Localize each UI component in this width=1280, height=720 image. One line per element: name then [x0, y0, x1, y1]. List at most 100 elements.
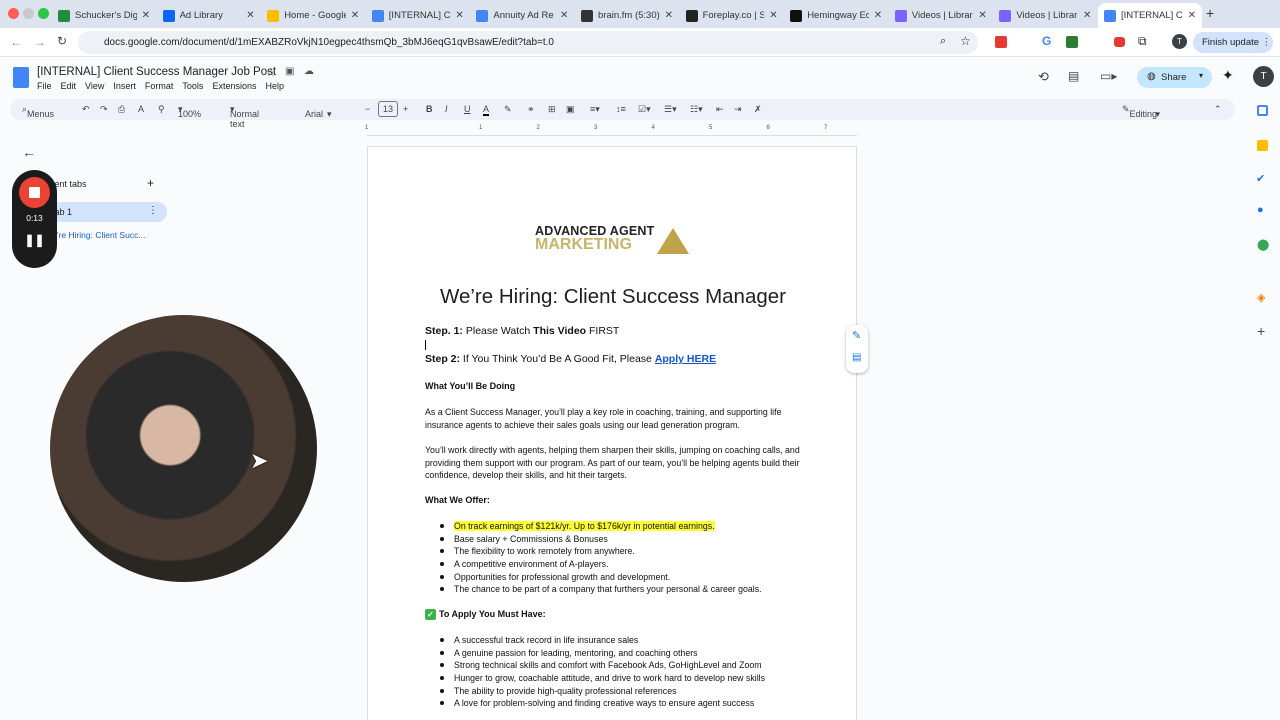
zoom-icon[interactable]: ⌕: [940, 35, 946, 48]
close-tab-icon[interactable]: ✕: [874, 10, 882, 21]
image-icon[interactable]: ▣: [566, 104, 575, 115]
close-tab-icon[interactable]: ✕: [351, 10, 359, 21]
cloud-status-icon[interactable]: ☁: [304, 66, 314, 77]
close-tab-icon[interactable]: ✕: [1083, 10, 1091, 21]
more-options-icon[interactable]: ⋮: [148, 205, 158, 216]
comment-icon[interactable]: ⊞: [548, 104, 556, 115]
align-icon[interactable]: ≡▾: [590, 104, 600, 115]
clear-formatting-icon[interactable]: ✗: [754, 104, 762, 115]
redo-icon[interactable]: ↷: [100, 104, 108, 115]
stop-recording-button[interactable]: [19, 177, 50, 208]
browser-tab[interactable]: [INTERNAL] Cl ✕: [366, 3, 470, 28]
italic-button[interactable]: I: [445, 104, 448, 114]
close-tab-icon[interactable]: ✕: [769, 10, 777, 21]
spellcheck-icon[interactable]: A: [138, 104, 144, 114]
decrease-indent-icon[interactable]: ⇤: [716, 104, 724, 115]
line-spacing-icon[interactable]: ↕≡: [616, 104, 626, 114]
edit-suggestion-icon[interactable]: ✎: [852, 329, 861, 342]
apply-here-link[interactable]: Apply HERE: [655, 353, 716, 365]
browser-tab[interactable]: Ad Library ✕: [157, 3, 261, 28]
close-tab-icon[interactable]: ✕: [246, 10, 254, 21]
finish-update-button[interactable]: Finish update ⋮: [1193, 32, 1273, 53]
version-history-icon[interactable]: ⟲: [1038, 69, 1049, 85]
menu-edit[interactable]: Edit: [61, 81, 77, 91]
bold-button[interactable]: B: [426, 104, 433, 114]
docs-logo-icon[interactable]: [13, 67, 29, 88]
checklist-icon[interactable]: ☑▾: [638, 104, 651, 115]
menu-file[interactable]: File: [37, 81, 52, 91]
reload-icon[interactable]: ↻: [57, 34, 67, 48]
menu-tools[interactable]: Tools: [182, 81, 203, 91]
add-tab-icon[interactable]: +: [147, 176, 154, 190]
back-icon[interactable]: ←: [10, 35, 22, 49]
calendar-icon[interactable]: [1257, 105, 1268, 116]
ruler[interactable]: 1 1 2 3 4 5 6 7: [365, 124, 857, 136]
browser-tab[interactable]: Home - Google ✕: [261, 3, 365, 28]
link-icon[interactable]: ⚭: [527, 104, 535, 115]
bullet-list-icon[interactable]: ☰▾: [664, 104, 677, 115]
share-button[interactable]: ◍ Share ▾: [1137, 67, 1212, 88]
menu-format[interactable]: Format: [145, 81, 174, 91]
editing-mode-select[interactable]: ✎ Editing ▾: [1122, 104, 1160, 119]
grammarly-extension-icon[interactable]: G: [1042, 34, 1051, 48]
document-title[interactable]: [INTERNAL] Client Success Manager Job Po…: [37, 66, 276, 78]
increase-indent-icon[interactable]: ⇥: [734, 104, 742, 115]
browser-tab[interactable]: Videos | Librar ✕: [889, 3, 993, 28]
extension-icon[interactable]: [1114, 37, 1125, 47]
meet-icon[interactable]: ▭▸: [1100, 69, 1117, 83]
paint-format-icon[interactable]: ⚲: [158, 104, 165, 115]
close-tab-icon[interactable]: ✕: [978, 10, 986, 21]
menu-view[interactable]: View: [85, 81, 104, 91]
text-color-button[interactable]: A: [483, 104, 490, 116]
account-avatar[interactable]: T: [1253, 66, 1274, 87]
menu-help[interactable]: Help: [265, 81, 284, 91]
comments-icon[interactable]: ▤: [1068, 69, 1079, 83]
browser-tab[interactable]: Foreplay.co | S ✕: [680, 3, 784, 28]
close-tab-icon[interactable]: ✕: [665, 10, 673, 21]
browser-tab[interactable]: Videos | Librar ✕: [993, 3, 1097, 28]
forward-icon[interactable]: →: [34, 35, 46, 49]
search-menus-button[interactable]: ⌕ Menus: [22, 104, 54, 119]
browser-tab[interactable]: brain.fm (5:30) ✕: [575, 3, 679, 28]
document-page[interactable]: ADVANCED AGENT MARKETING We’re Hiring: C…: [367, 146, 857, 720]
numbered-list-icon[interactable]: ☷▾: [690, 104, 703, 115]
underline-button[interactable]: U: [464, 104, 471, 114]
maps-icon[interactable]: ⬤: [1257, 238, 1269, 251]
pause-icon[interactable]: ❚❚: [12, 233, 57, 247]
star-icon[interactable]: ☆: [266, 66, 276, 79]
profile-avatar[interactable]: T: [1172, 34, 1187, 49]
style-select[interactable]: Normal text ▾: [230, 104, 259, 129]
maximize-window-button[interactable]: [38, 8, 49, 19]
url-input[interactable]: docs.google.com/document/d/1mEXABZRoVkjN…: [78, 31, 978, 54]
extension-icon[interactable]: [995, 36, 1007, 48]
hide-menus-icon[interactable]: ⌃: [1214, 104, 1222, 115]
decrease-font-size-button[interactable]: −: [365, 104, 370, 114]
close-tab-icon[interactable]: ✕: [142, 10, 150, 21]
close-tab-icon[interactable]: ✕: [1188, 10, 1196, 21]
close-tab-icon[interactable]: ✕: [560, 10, 568, 21]
font-size-input[interactable]: 13: [378, 101, 399, 117]
tasks-icon[interactable]: ✔: [1256, 172, 1265, 185]
outline-item[interactable]: We’re Hiring: Client Succ...: [44, 230, 145, 240]
browser-tab[interactable]: Hemingway Ed ✕: [784, 3, 888, 28]
extensions-puzzle-icon[interactable]: ⧉: [1138, 34, 1147, 49]
add-comment-icon[interactable]: ▤: [852, 352, 861, 363]
menu-insert[interactable]: Insert: [113, 81, 136, 91]
close-window-button[interactable]: [8, 8, 19, 19]
gemini-icon[interactable]: ✦: [1222, 67, 1234, 84]
get-addons-icon[interactable]: +: [1257, 323, 1265, 339]
browser-tab[interactable]: Annuity Ad Re ✕: [470, 3, 574, 28]
addon-icon[interactable]: ◈: [1257, 291, 1265, 304]
highlight-icon[interactable]: ✎: [504, 104, 512, 115]
contacts-icon[interactable]: ●: [1257, 204, 1264, 216]
new-tab-button[interactable]: +: [1206, 5, 1214, 21]
keep-icon[interactable]: [1257, 140, 1268, 151]
menu-extensions[interactable]: Extensions: [212, 81, 256, 91]
extension-icon[interactable]: [1066, 36, 1078, 48]
browser-tab[interactable]: Schucker's Dig ✕: [52, 3, 156, 28]
browser-tab[interactable]: [INTERNAL] Cl ✕: [1098, 3, 1202, 28]
zoom-select[interactable]: 100% ▾: [178, 104, 201, 119]
close-tab-icon[interactable]: ✕: [455, 10, 463, 21]
print-icon[interactable]: ⎙: [118, 104, 125, 115]
increase-font-size-button[interactable]: +: [403, 104, 408, 114]
